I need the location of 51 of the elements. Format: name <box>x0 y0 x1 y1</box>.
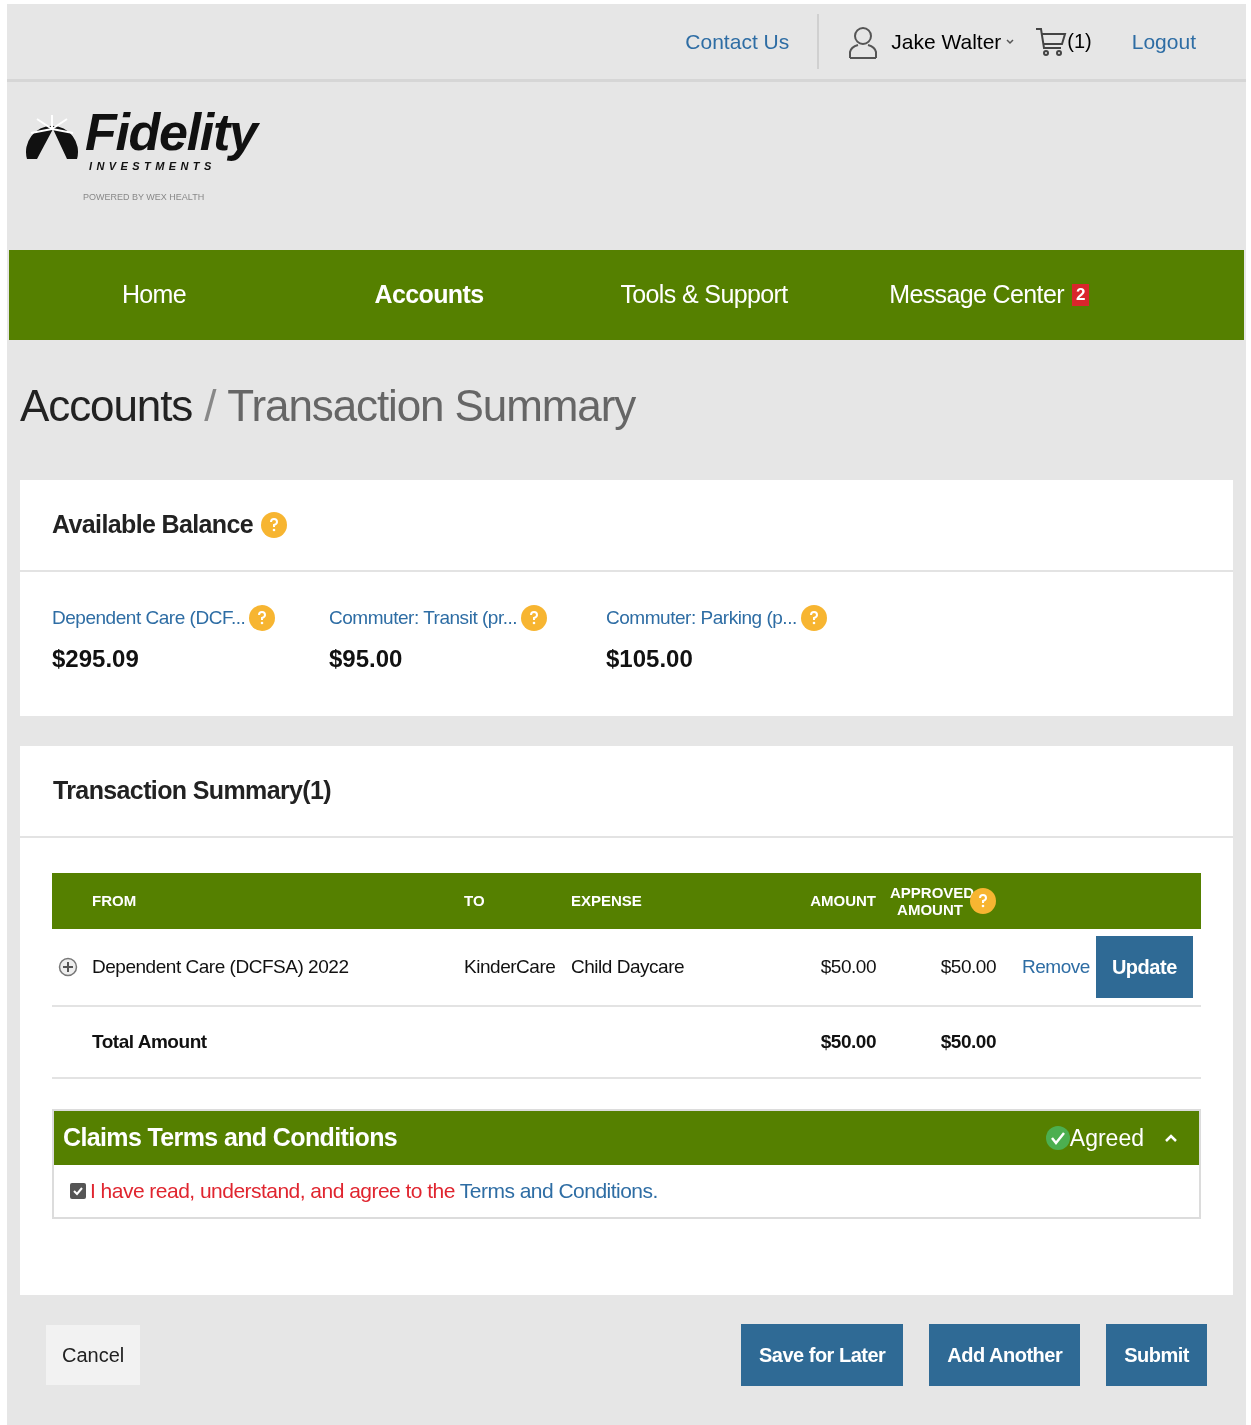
cart-link[interactable]: (1) <box>1035 25 1092 58</box>
table-cell: Child Daycare <box>571 955 685 977</box>
table-cell-text: Dependent Care (DCFSA) 2022 <box>92 954 349 979</box>
cart-icon <box>1035 25 1068 58</box>
breadcrumb-separator: / <box>204 380 216 432</box>
column-header: TO <box>464 890 485 911</box>
remove-link[interactable]: Remove <box>1022 952 1090 982</box>
logout-link[interactable]: Logout <box>1131 25 1196 58</box>
contact-link[interactable]: Contact Us <box>685 13 820 70</box>
page-title: Transaction Summary <box>227 380 636 432</box>
breadcrumb-link[interactable]: Accounts <box>20 373 193 439</box>
nav-tab[interactable]: Message Center 2 <box>849 250 1129 340</box>
table-cell: $50.00 <box>820 955 876 977</box>
balance-amount: $105.00 <box>606 643 694 674</box>
total-amount: $50.00 <box>940 1030 996 1052</box>
account-link[interactable]: Commuter: Transit (pr... <box>329 604 518 633</box>
user-icon <box>847 24 880 59</box>
column-header: AMOUNT <box>810 890 876 911</box>
nav-tab[interactable]: Tools & Support <box>559 250 849 340</box>
balance-amount: $295.09 <box>52 643 140 674</box>
powered-by-text: POWERED BY WEX HEALTH <box>83 190 206 204</box>
nav-tab[interactable]: Accounts <box>299 250 559 340</box>
action-button[interactable]: Submit <box>1106 1324 1207 1386</box>
account-link[interactable]: Commuter: Parking (p... <box>606 604 797 633</box>
table-cell: $50.00 <box>940 955 996 977</box>
cancel-button[interactable]: Cancel <box>46 1325 141 1385</box>
section-title: Available Balance <box>52 509 254 541</box>
table-cell: KinderCare <box>464 955 556 977</box>
collapse-toggle-icon[interactable] <box>1164 1133 1178 1143</box>
user-menu[interactable]: Jake Walter <box>891 25 1016 58</box>
check-icon <box>1045 1126 1070 1150</box>
agreed-status: Agreed <box>1069 1123 1144 1153</box>
logo-subtitle: INVESTMENTS <box>89 160 216 174</box>
agreement-statement: I have read, understand, and agree to the Terms and Conditions. <box>90 1178 658 1205</box>
agree-checkbox[interactable] <box>70 1183 86 1199</box>
column-header: EXPENSE <box>571 890 642 911</box>
count-badge: 2 <box>1071 284 1089 306</box>
account-link[interactable]: Dependent Care (DCF... <box>52 604 246 633</box>
action-button[interactable]: Save for Later <box>740 1324 904 1386</box>
total-amount: $50.00 <box>820 1030 876 1052</box>
terms-link[interactable]: Terms and Conditions <box>459 1179 653 1203</box>
column-header: FROM <box>92 890 137 911</box>
update-button[interactable]: Update <box>1095 936 1193 998</box>
caret-icon <box>1005 37 1016 46</box>
expand-icon[interactable] <box>58 957 78 977</box>
action-button[interactable]: Add Another <box>929 1324 1081 1386</box>
balance-amount: $95.00 <box>329 643 404 674</box>
nav-tab[interactable]: Home <box>9 250 299 340</box>
total-label: Total Amount <box>92 1030 207 1052</box>
terms-title: Claims Terms and Conditions <box>63 1122 398 1154</box>
section-title: Transaction Summary(1) <box>53 775 331 807</box>
